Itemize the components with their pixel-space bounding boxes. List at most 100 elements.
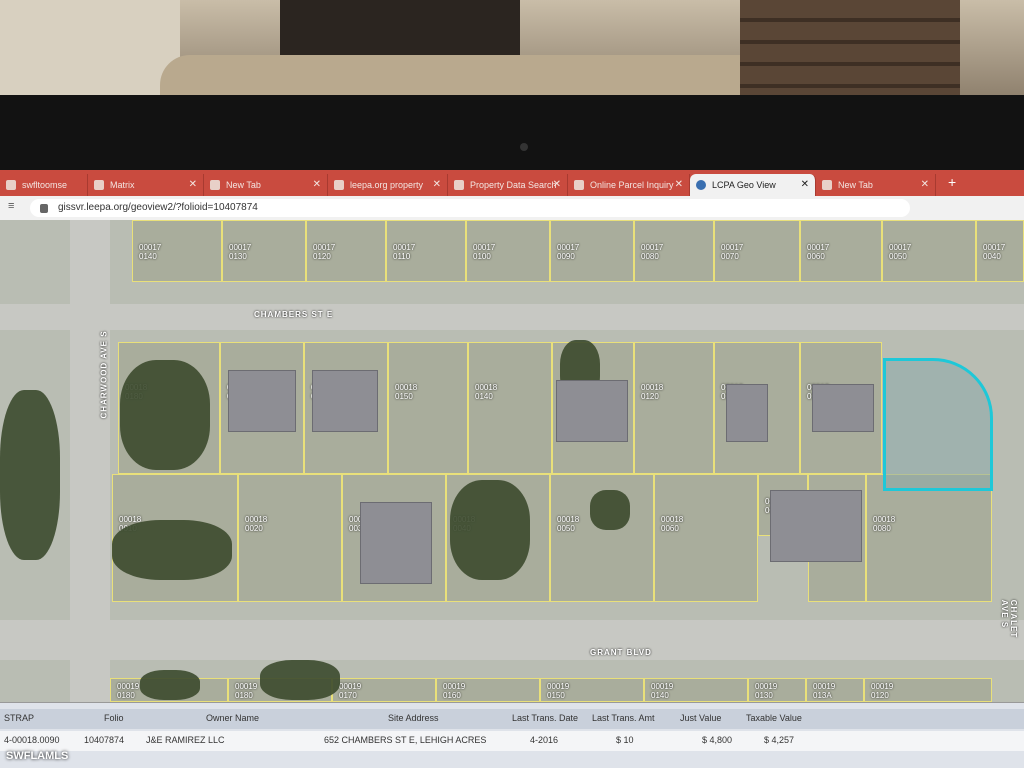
parcel-lot[interactable]: 00018 0140	[468, 342, 552, 474]
webcam-icon	[520, 143, 528, 151]
grid-header[interactable]: Owner Name	[206, 713, 259, 723]
parcel-label: 00019 013A	[813, 682, 836, 700]
url-input[interactable]: gissvr.leepa.org/geoview2/?folioid=10407…	[30, 199, 910, 217]
room-stairs	[740, 0, 960, 100]
aerial-map[interactable]: 00017 0140 00017 0130 00017 0120 00017 0110…	[0, 220, 1024, 702]
tab-leepa-property[interactable]: leepa.org property ✕	[328, 174, 448, 196]
parcel-lot[interactable]: 00017 0100	[466, 220, 550, 282]
close-icon[interactable]: ✕	[433, 174, 441, 196]
road-chambers	[0, 304, 1024, 330]
grid-header[interactable]: Just Value	[680, 713, 721, 723]
cell-trans-date: 4-2016	[530, 735, 559, 745]
tab-label: Property Data Search	[470, 180, 557, 190]
parcel-lot[interactable]: 00017 0140	[132, 220, 222, 282]
tree-canopy	[450, 480, 530, 580]
table-row[interactable]: 4-00018.0090 10407874 J&E RAMIREZ LLC 65…	[0, 731, 1024, 751]
parcel-lot[interactable]: 00019 0140	[644, 678, 748, 702]
parcel-label: 00017 0090	[557, 243, 580, 261]
tree-canopy	[112, 520, 232, 580]
parcel-lot[interactable]: 00017 0060	[800, 220, 882, 282]
parcel-label: 00018 0140	[475, 383, 498, 401]
parcel-lot[interactable]: 00017 0090	[550, 220, 634, 282]
tab-label: Online Parcel Inquiry	[590, 180, 674, 190]
tab-swfltoomse[interactable]: swfltoomse	[0, 174, 88, 196]
parcel-lot[interactable]: 00017 0120	[306, 220, 386, 282]
google-icon	[334, 180, 344, 190]
close-icon[interactable]: ✕	[553, 174, 561, 196]
parcel-label: 00018 0020	[245, 515, 268, 533]
parcel-label: 00017 0140	[139, 243, 162, 261]
parcel-lot[interactable]: 00017 0080	[634, 220, 714, 282]
parcel-label: 00017 0050	[889, 243, 912, 261]
street-label-chalet: CHALET AVE S	[1000, 599, 1019, 639]
parcel-lot[interactable]: 00018 0150	[388, 342, 468, 474]
parcel-lot[interactable]: 00019 0170	[332, 678, 436, 702]
globe-icon	[696, 180, 706, 190]
grid-header[interactable]: Site Address	[388, 713, 439, 723]
parcel-lot[interactable]: 00017 0050	[882, 220, 976, 282]
grid-header[interactable]: Last Trans. Amt	[592, 713, 655, 723]
street-label-chambers: CHAMBERS ST E	[254, 310, 334, 319]
parcel-lot[interactable]: 00019 0120	[864, 678, 992, 702]
close-icon[interactable]: ✕	[189, 174, 197, 196]
parcel-lot[interactable]: 00017 0130	[222, 220, 306, 282]
parcel-label: 00017 0040	[983, 243, 1006, 261]
parcel-label: 00019 0160	[443, 682, 466, 700]
parcel-lot[interactable]: 00017 0070	[714, 220, 800, 282]
house-roof	[726, 384, 768, 442]
favicon-icon	[6, 180, 16, 190]
lock-icon[interactable]	[40, 204, 48, 213]
new-tab-icon[interactable]: +	[948, 174, 956, 190]
tab-label: LCPA Geo View	[712, 180, 776, 190]
parcel-lot[interactable]: 00019 013A	[806, 678, 864, 702]
tree-canopy	[120, 360, 210, 470]
address-bar: ≡ gissvr.leepa.org/geoview2/?folioid=104…	[0, 196, 1024, 239]
parcel-lot[interactable]: 00018 0060	[654, 474, 758, 602]
grid-header[interactable]: Last Trans. Date	[512, 713, 578, 723]
attribute-grid: STRAP Folio Owner Name Site Address Last…	[0, 702, 1024, 768]
parcel-label: 00017 0100	[473, 243, 496, 261]
parcel-lot[interactable]: 00019 0160	[436, 678, 540, 702]
street-label-charwood: CHARWOOD AVE S	[99, 330, 109, 419]
room-wall	[0, 0, 180, 100]
cell-taxable-value: $ 4,257	[764, 735, 795, 745]
tab-matrix[interactable]: Matrix ✕	[88, 174, 204, 196]
house-roof	[770, 490, 862, 562]
selected-parcel[interactable]	[883, 358, 993, 491]
grid-header[interactable]: Folio	[104, 713, 124, 723]
tree-canopy	[260, 660, 340, 700]
grid-header[interactable]: Taxable Value	[746, 713, 802, 723]
parcel-lot[interactable]: 00019 0130	[748, 678, 806, 702]
tab-label: leepa.org property	[350, 180, 424, 190]
tab-lcpa-geo-view[interactable]: LCPA Geo View ✕	[690, 174, 816, 196]
tab-online-parcel-inquiry[interactable]: Online Parcel Inquiry ✕	[568, 174, 690, 196]
parcel-lot[interactable]: 00018 0120	[634, 342, 714, 474]
parcel-label: 00018 0150	[395, 383, 418, 401]
tab-new-tab[interactable]: New Tab ✕	[204, 174, 328, 196]
parcel-label: 00019 0170	[339, 682, 362, 700]
grid-header[interactable]: STRAP	[4, 713, 34, 723]
parcel-lot[interactable]: 00018 0020	[238, 474, 342, 602]
background-room	[0, 0, 1024, 105]
tab-bar: swfltoomse Matrix ✕ New Tab ✕ leepa.org pr…	[0, 170, 1024, 196]
tab-label: Matrix	[110, 180, 135, 190]
close-icon[interactable]: ✕	[675, 174, 683, 196]
cell-address: 652 CHAMBERS ST E, LEHIGH ACRES	[324, 735, 487, 745]
cell-just-value: $ 4,800	[702, 735, 733, 745]
road-grant	[0, 620, 1024, 660]
menu-icon[interactable]: ≡	[8, 200, 14, 212]
parcel-lot[interactable]: 00019 0150	[540, 678, 644, 702]
browser-screen: swfltoomse Matrix ✕ New Tab ✕ leepa.org pr…	[0, 170, 1024, 768]
parcel-lot[interactable]: 00018 0080	[866, 474, 992, 602]
cell-folio: 10407874	[84, 735, 125, 745]
tab-property-data-search[interactable]: Property Data Search ✕	[448, 174, 568, 196]
tree-canopy	[590, 490, 630, 530]
close-icon[interactable]: ✕	[921, 174, 929, 196]
parcel-lot[interactable]: 00017 0110	[386, 220, 466, 282]
url-text: gissvr.leepa.org/geoview2/?folioid=10407…	[58, 202, 258, 213]
parcel-lot[interactable]: 00017 0040	[976, 220, 1024, 282]
close-icon[interactable]: ✕	[801, 174, 809, 196]
favicon-icon	[574, 180, 584, 190]
close-icon[interactable]: ✕	[313, 174, 321, 196]
tab-new-tab-2[interactable]: New Tab ✕	[816, 174, 936, 196]
